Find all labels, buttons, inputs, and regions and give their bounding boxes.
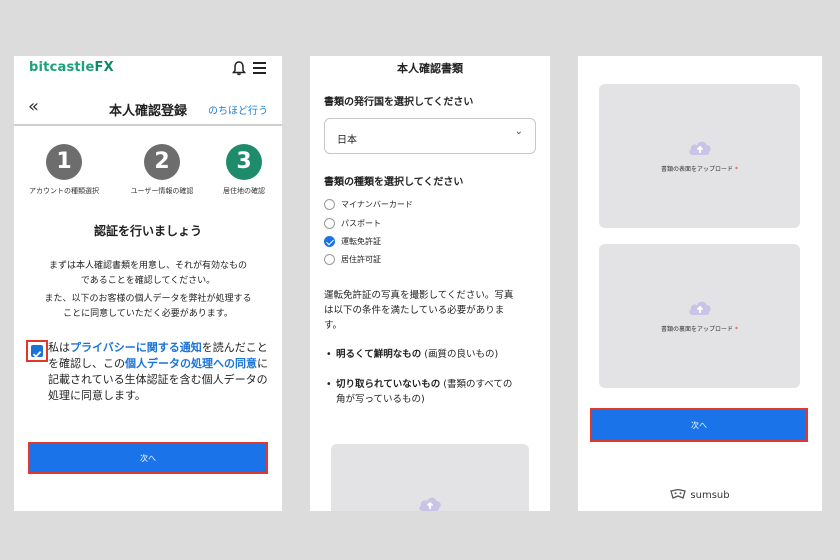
step-2-circle: 2 [144, 144, 180, 180]
step-2: 2 ユーザー情報の確認 [122, 144, 202, 196]
checkmark-icon [32, 350, 42, 358]
photo-instructions: 運転免許証の写真を撮影してください。写真 は以下の条件を満たしている必要がありま… [324, 290, 514, 331]
privacy-notice-link[interactable]: プライバシーに関する通知 [70, 341, 202, 354]
condition-uncropped: • 切り取られていないもの (書類のすべての 角が写っているもの) [326, 379, 513, 405]
bitcastle-logo[interactable]: bitcastleFX [29, 60, 114, 75]
step-3-label: 居住地の確認 [223, 187, 265, 195]
next-button[interactable]: 次へ [592, 410, 806, 440]
consent-text: 私はプライバシーに関する通知を読んだことを確認し、この個人データの処理への同意に… [48, 341, 268, 402]
intro-paragraph-2: また、以下のお客様の個人データを弊社が処理する ことに同意していただく必要があり… [44, 294, 252, 319]
radio-button-selected[interactable] [324, 236, 335, 247]
step-1-circle: 1 [46, 144, 82, 180]
upload-front-card[interactable]: 書類の表面をアップロード * [599, 84, 800, 228]
document-selection-screen: 本人確認書類 書類の発行国を選択してください 日本 ⌄ 書類の種類を選択してくだ… [310, 56, 550, 511]
radio-button[interactable] [324, 199, 335, 210]
sumsub-branding: sumsub [578, 489, 822, 501]
consent-block: 私はプライバシーに関する通知を読んだことを確認し、この個人データの処理への同意に… [26, 340, 268, 404]
condition-clear: • 明るくて鮮明なもの (画質の良いもの) [326, 349, 499, 360]
chevron-down-icon: ⌄ [514, 126, 523, 137]
sumsub-logo-icon [670, 489, 687, 499]
next-button-highlight: 次へ [28, 442, 268, 474]
data-processing-consent-link[interactable]: 個人データの処理への同意 [125, 357, 257, 370]
app-topbar: bitcastleFX [14, 56, 282, 82]
step-2-label: ユーザー情報の確認 [130, 187, 194, 195]
intro-paragraph-1: まずは本人確認書類を用意し、それが有効なもの であることを確認してください。 [48, 261, 247, 286]
do-later-link[interactable]: のちほど行う [208, 102, 268, 117]
step-3-circle: 3 [226, 144, 262, 180]
document-upload-screen: 書類の表面をアップロード * 書類の裏面をアップロード * 次へ sumsub [578, 56, 822, 511]
country-label: 書類の発行国を選択してください [324, 97, 474, 108]
upload-back-card[interactable]: 書類の裏面をアップロード * [599, 244, 800, 388]
upload-back-label: 書類の裏面をアップロード * [661, 326, 738, 333]
doctype-label: 書類の種類を選択してください [324, 177, 464, 188]
country-select[interactable]: 日本 ⌄ [324, 118, 536, 154]
upload-card-preview[interactable] [331, 444, 529, 511]
radio-button[interactable] [324, 254, 335, 265]
doc-option-passport[interactable]: パスポート [324, 218, 381, 229]
document-screen-title: 本人確認書類 [397, 62, 463, 75]
next-button[interactable]: 次へ [30, 444, 266, 472]
next-button-highlight: 次へ [590, 408, 808, 442]
consent-checkbox-highlight [26, 340, 48, 362]
step-1: 1 アカウントの種類選択 [24, 144, 104, 196]
verification-start-screen: bitcastleFX « 本人確認登録 のちほど行う 1 アカウントの種類選択… [14, 56, 282, 511]
upload-cloud-icon [419, 497, 441, 511]
doc-option-mynumber[interactable]: マイナンバーカード [324, 199, 413, 210]
doc-option-drivers-license[interactable]: 運転免許証 [324, 236, 381, 247]
country-select-value: 日本 [337, 135, 357, 146]
consent-checkbox[interactable] [31, 345, 43, 358]
doc-option-residence-permit[interactable]: 居住許可証 [324, 254, 381, 265]
step-3: 3 居住地の確認 [204, 144, 282, 196]
page-header: « 本人確認登録 のちほど行う [14, 94, 282, 126]
upload-cloud-icon [688, 141, 711, 155]
upload-front-label: 書類の表面をアップロード * [661, 166, 738, 173]
bell-icon[interactable] [232, 61, 246, 76]
hamburger-menu-icon[interactable] [253, 62, 266, 74]
upload-cloud-icon [688, 301, 711, 315]
section-heading: 認証を行いましょう [93, 224, 202, 238]
radio-button[interactable] [324, 218, 335, 229]
step-1-label: アカウントの種類選択 [29, 187, 99, 195]
